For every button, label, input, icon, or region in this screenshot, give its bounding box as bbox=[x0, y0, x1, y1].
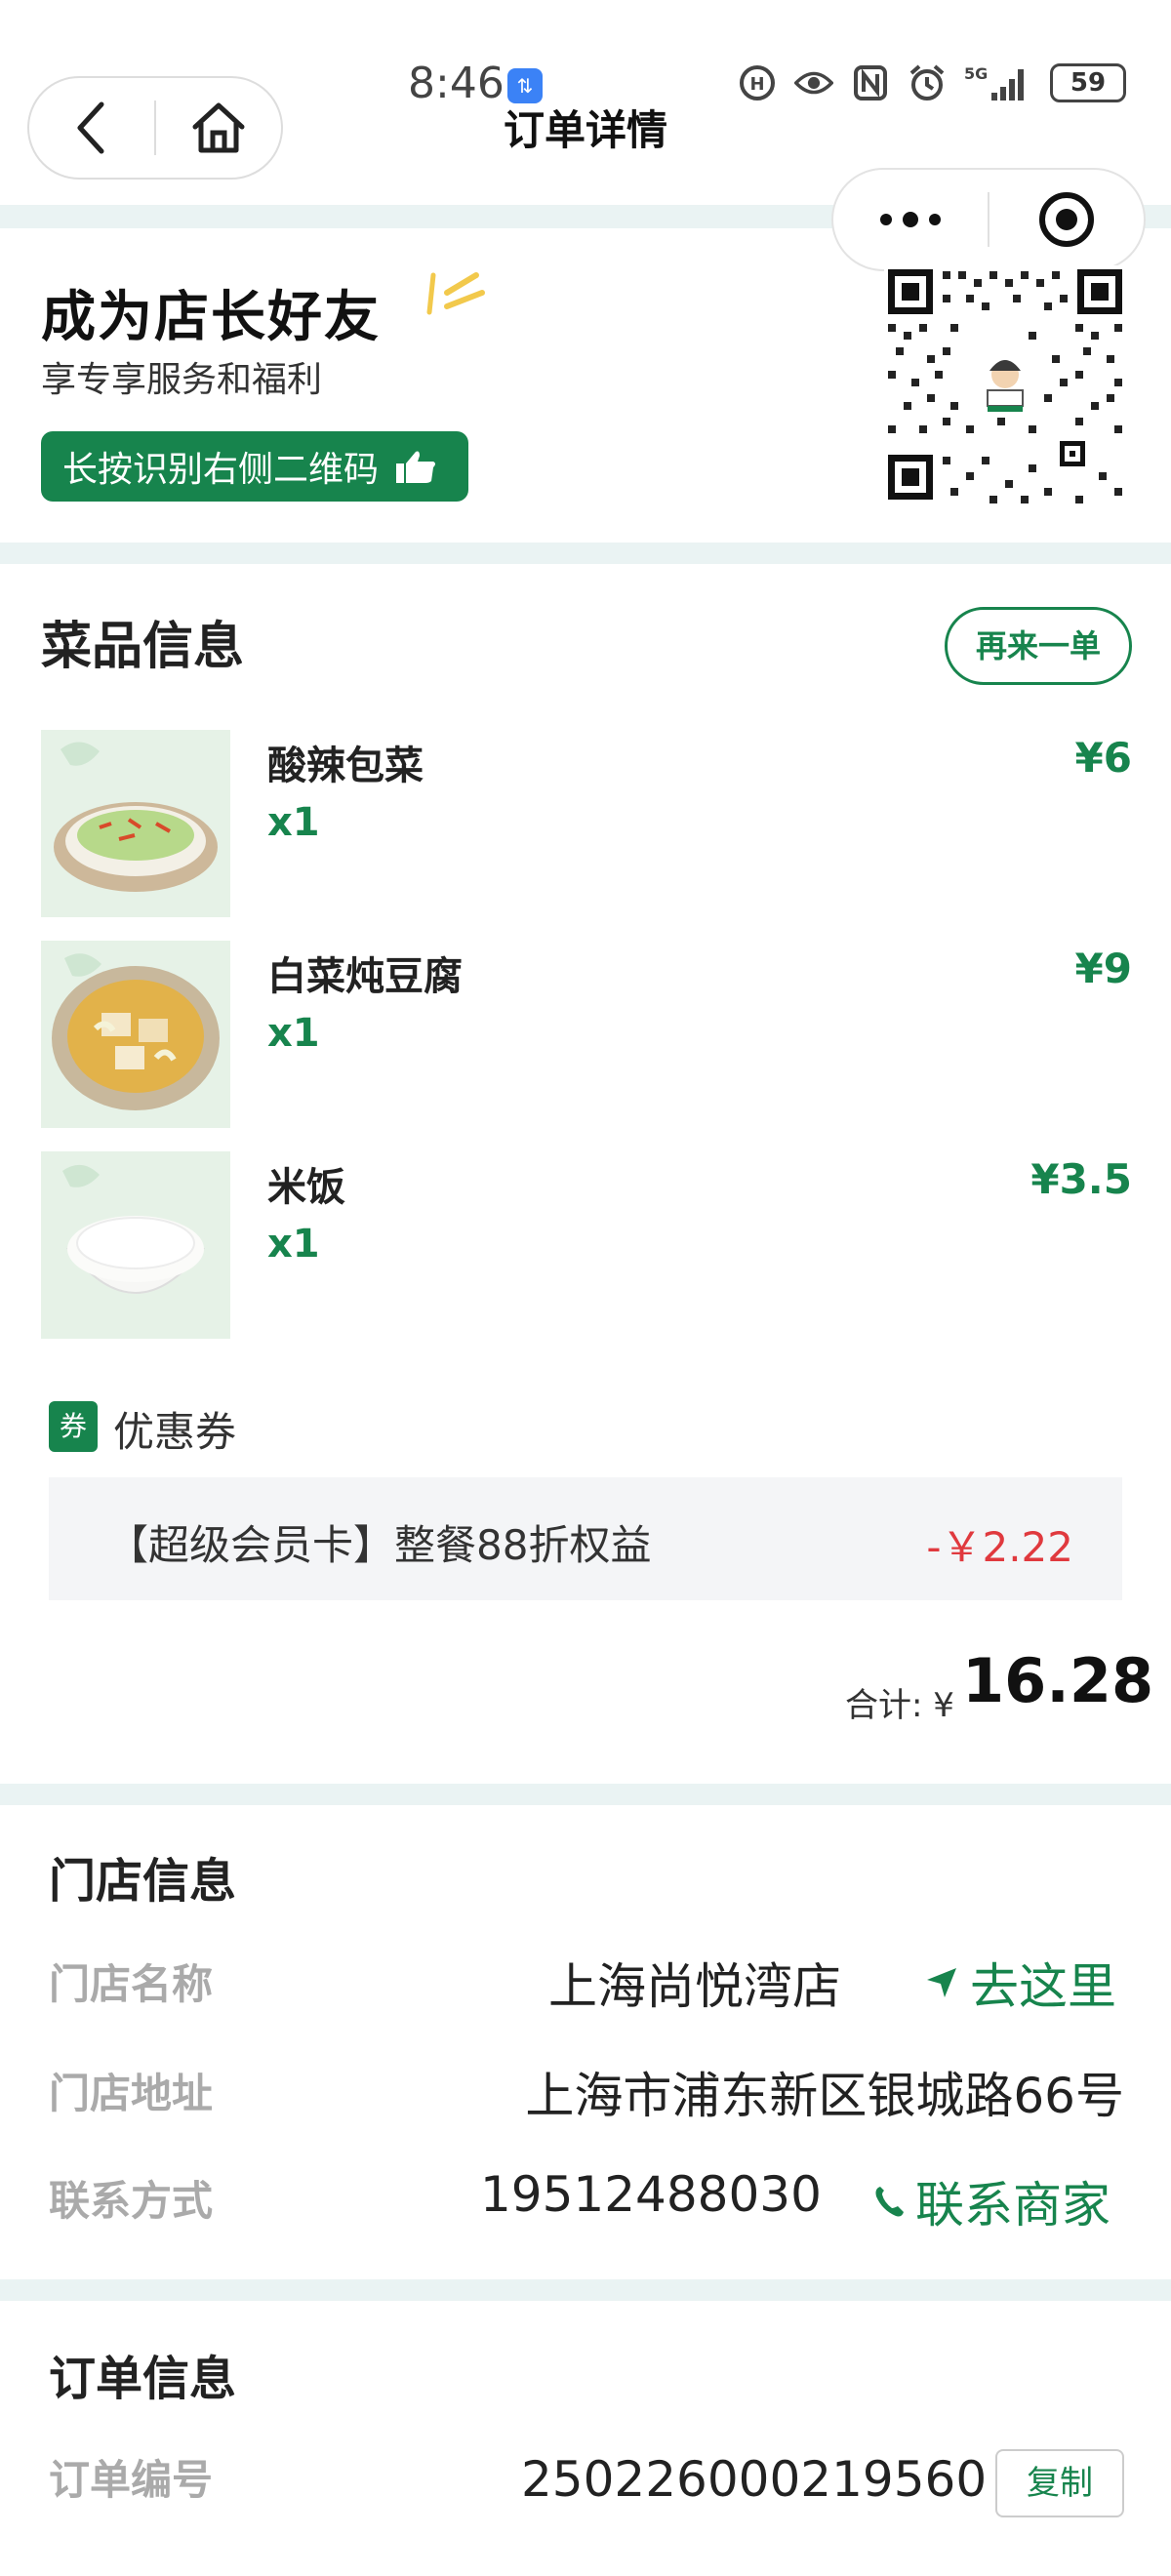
coupon-icon: 券 bbox=[49, 1401, 98, 1452]
scan-qr-hint-label: 长按识别右侧二维码 bbox=[62, 450, 380, 490]
dish-image bbox=[41, 941, 230, 1128]
coupon-amount: -￥2.22 bbox=[926, 1523, 1073, 1571]
copy-order-number-button[interactable]: 复制 bbox=[995, 2449, 1124, 2517]
hd-icon: H bbox=[738, 63, 777, 102]
store-heading: 门店信息 bbox=[49, 1854, 237, 1909]
phone-icon bbox=[875, 2187, 904, 2217]
coupon-row: 【超级会员卡】整餐88折权益 -￥2.22 bbox=[49, 1477, 1122, 1600]
call-merchant-label: 联系商家 bbox=[915, 2177, 1110, 2234]
coupon-label: 优惠券 bbox=[113, 1408, 237, 1456]
section-divider bbox=[0, 543, 1171, 564]
call-merchant-button[interactable]: 联系商家 bbox=[874, 2166, 1110, 2236]
store-address-value: 上海市浦东新区银城路66号 bbox=[525, 2068, 1124, 2124]
signal-icon: 5G bbox=[964, 63, 1032, 102]
alarm-icon bbox=[908, 63, 947, 102]
promo-subtitle: 享专享服务和福利 bbox=[41, 360, 323, 400]
thumbs-up-pointing-icon bbox=[396, 451, 436, 483]
more-button[interactable] bbox=[833, 170, 988, 269]
section-divider bbox=[0, 2279, 1171, 2301]
mini-program-capsule bbox=[831, 168, 1146, 271]
dish-price: ¥9 bbox=[1074, 945, 1132, 992]
dish-image bbox=[41, 730, 230, 917]
dish-name: 酸辣包菜 bbox=[267, 744, 424, 788]
total-label: 合计: ¥ bbox=[845, 1686, 954, 1725]
eye-icon bbox=[794, 63, 833, 102]
total-amount: 16.28 bbox=[962, 1645, 1154, 1716]
store-name-label: 门店名称 bbox=[49, 1960, 214, 2008]
dish-item: 酸辣包菜 x1 ¥6 bbox=[41, 730, 1132, 917]
scan-qr-hint-button[interactable]: 长按识别右侧二维码 bbox=[41, 431, 468, 502]
more-dots-icon bbox=[880, 212, 941, 227]
location-arrow-icon bbox=[927, 1968, 956, 1997]
contact-label: 联系方式 bbox=[49, 2177, 214, 2225]
target-close-icon bbox=[1039, 192, 1094, 247]
coupon-description: 【超级会员卡】整餐88折权益 bbox=[107, 1521, 652, 1569]
close-button[interactable] bbox=[989, 170, 1144, 269]
dish-image bbox=[41, 1151, 230, 1339]
dishes-heading: 菜品信息 bbox=[41, 618, 245, 676]
order-number-value: 250226000219560 bbox=[521, 2451, 988, 2508]
navigate-label: 去这里 bbox=[970, 1958, 1116, 2015]
dish-name: 白菜炖豆腐 bbox=[267, 954, 463, 999]
svg-text:H: H bbox=[749, 74, 764, 95]
dish-quantity: x1 bbox=[267, 1222, 320, 1267]
store-address-label: 门店地址 bbox=[49, 2070, 214, 2117]
section-divider bbox=[0, 1784, 1171, 1805]
navigate-button[interactable]: 去这里 bbox=[925, 1948, 1116, 2018]
order-heading: 订单信息 bbox=[49, 2352, 237, 2406]
order-number-label: 订单编号 bbox=[49, 2456, 214, 2504]
dish-item: 米饭 x1 ¥3.5 bbox=[41, 1151, 1132, 1339]
promo-title: 成为店长好友 bbox=[41, 286, 381, 349]
dish-item: 白菜炖豆腐 x1 ¥9 bbox=[41, 941, 1132, 1128]
dish-quantity: x1 bbox=[267, 800, 320, 845]
battery-indicator: 59 bbox=[1050, 63, 1126, 102]
dish-quantity: x1 bbox=[267, 1011, 320, 1056]
page-title: 订单详情 bbox=[503, 106, 667, 154]
sparkle-icon bbox=[426, 272, 485, 315]
nfc-icon bbox=[851, 63, 890, 102]
dish-name: 米饭 bbox=[267, 1165, 345, 1210]
reorder-button[interactable]: 再来一单 bbox=[945, 607, 1132, 685]
store-name-value: 上海尚悦湾店 bbox=[548, 1958, 841, 2015]
dish-price: ¥6 bbox=[1074, 734, 1132, 782]
store-manager-qr-code[interactable] bbox=[884, 265, 1126, 503]
svg-text:5G: 5G bbox=[964, 64, 988, 83]
dish-price: ¥3.5 bbox=[1030, 1155, 1132, 1203]
contact-phone: 19512488030 bbox=[480, 2166, 822, 2223]
